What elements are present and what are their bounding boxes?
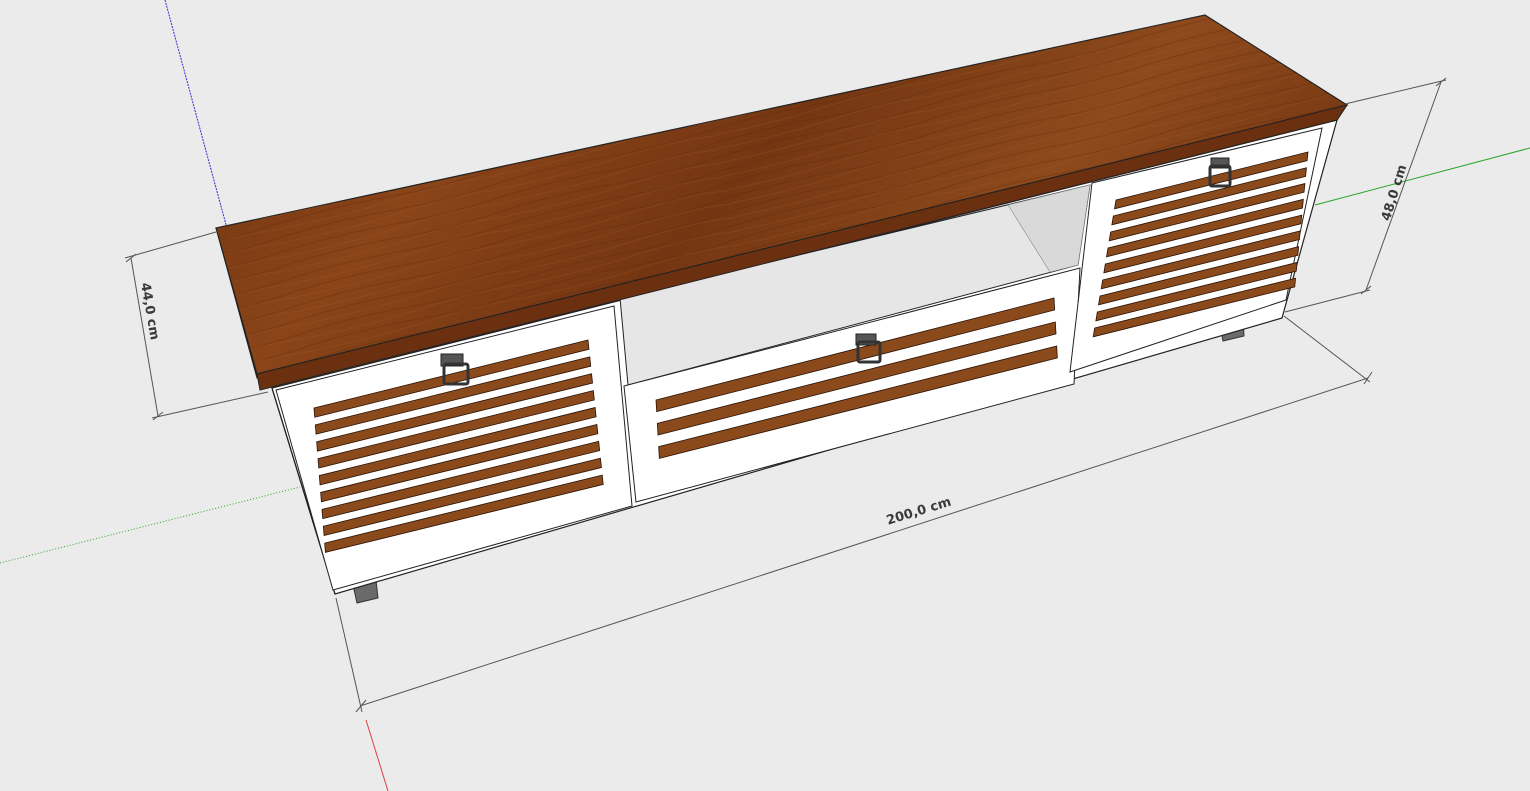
dim-tick-left bbox=[355, 699, 367, 713]
dim-ext-bottom bbox=[151, 391, 269, 419]
green-axis-left bbox=[0, 486, 301, 564]
dim-ext-top bbox=[1344, 79, 1447, 105]
sketchup-viewport[interactable]: 44,0 cm 200,0 cm 48,0 cm bbox=[0, 0, 1530, 791]
blue-axis bbox=[164, 0, 229, 233]
dim-ext-bottom bbox=[1284, 289, 1371, 313]
width-dimension-label: 200,0 cm bbox=[885, 495, 953, 529]
height-dimension-label: 44,0 cm bbox=[137, 282, 162, 342]
green-axis-right bbox=[1314, 147, 1530, 206]
dim-ext-right bbox=[1283, 315, 1371, 383]
depth-dimension-label: 48,0 cm bbox=[1379, 163, 1410, 223]
dim-ext-left bbox=[335, 597, 363, 713]
dim-ext-top bbox=[124, 231, 217, 259]
red-axis bbox=[365, 719, 389, 791]
